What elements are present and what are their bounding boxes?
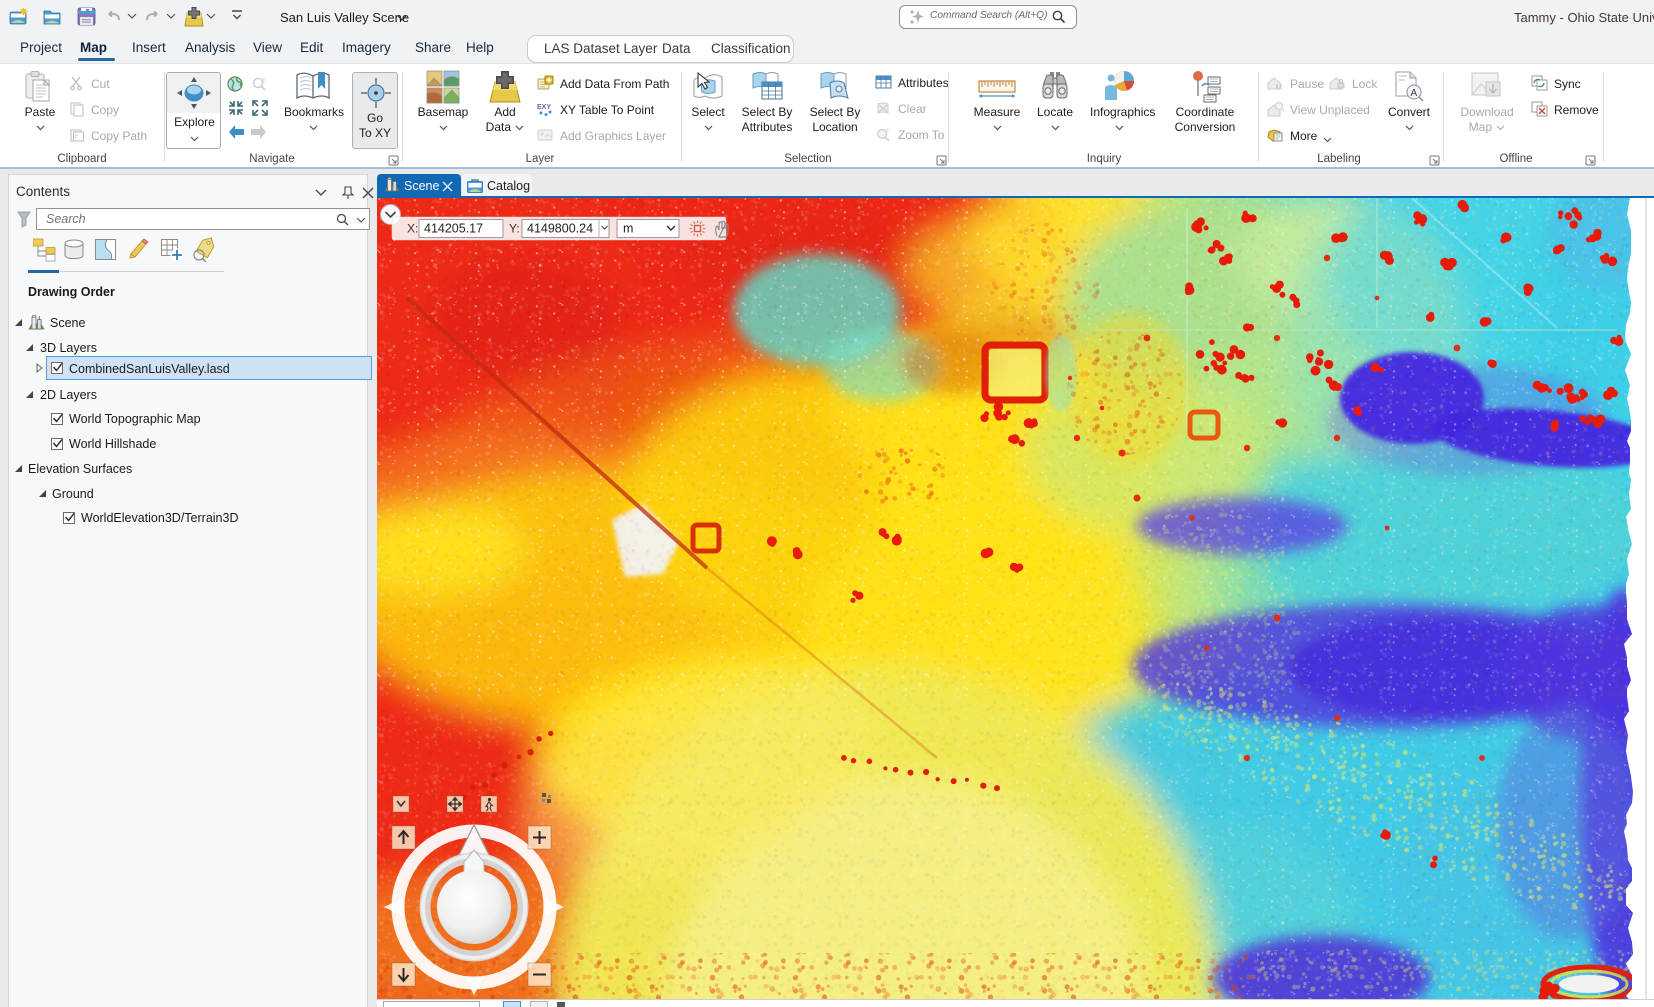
svg-text:m: m bbox=[623, 222, 633, 236]
svg-text:A: A bbox=[1411, 88, 1418, 99]
svg-text:4149800.24: 4149800.24 bbox=[527, 222, 593, 236]
svg-text:Y:: Y: bbox=[509, 222, 520, 236]
svg-text:414205.17: 414205.17 bbox=[424, 222, 483, 236]
svg-text:EXY: EXY bbox=[537, 104, 551, 111]
svg-text:X:: X: bbox=[407, 222, 418, 236]
